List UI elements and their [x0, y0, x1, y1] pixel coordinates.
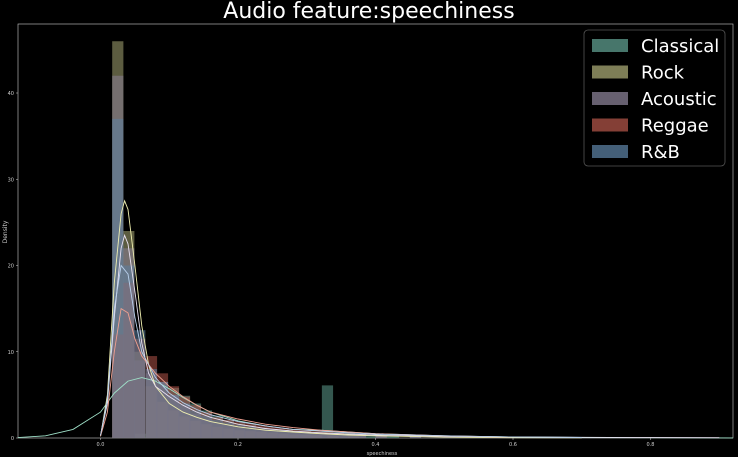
y-tick-label: 10	[8, 350, 14, 356]
histogram-bar	[178, 403, 191, 438]
legend-label: R&B	[641, 142, 680, 163]
x-tick-label: 0.2	[234, 442, 242, 448]
y-tick-label: 0	[11, 436, 14, 442]
y-tick-label: 40	[8, 91, 14, 97]
x-tick-label: 0.4	[372, 442, 380, 448]
y-tick-label: 30	[8, 177, 14, 183]
legend-label: Classical	[641, 36, 719, 57]
y-tick-label: 20	[8, 264, 14, 270]
histogram-bar	[189, 410, 202, 438]
legend-swatch	[592, 118, 628, 132]
x-tick-label: 0.6	[509, 442, 517, 448]
chart: Audio feature:speechiness 0.0 0.2 0.4 0.6 0.…	[0, 0, 738, 457]
legend-swatch	[592, 39, 628, 52]
x-tick-label: 0.8	[647, 442, 655, 448]
legend-swatch	[592, 92, 628, 105]
chart-title: Audio feature:speechiness	[223, 0, 514, 24]
histogram-bar	[134, 330, 146, 438]
histogram-bar	[123, 265, 135, 438]
legend-label: Reggae	[641, 116, 709, 137]
x-axis-label: speechiness	[367, 451, 398, 457]
y-axis-label: Density	[2, 220, 9, 243]
legend-label: Rock	[641, 63, 685, 84]
x-tick-label: 0.0	[97, 442, 105, 448]
legend: Classical Rock Acoustic Reggae R&B	[583, 29, 726, 167]
legend-label: Acoustic	[641, 89, 717, 110]
legend-swatch	[592, 145, 628, 158]
legend-swatch	[592, 65, 628, 79]
